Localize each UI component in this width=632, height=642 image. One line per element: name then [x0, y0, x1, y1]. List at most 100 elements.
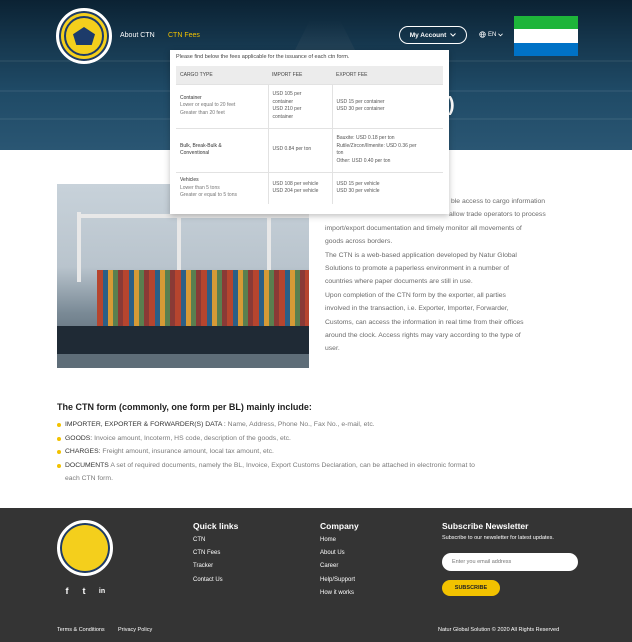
- footer-link-home[interactable]: Home: [320, 534, 355, 547]
- bullet-icon: [57, 463, 61, 468]
- export-fee-cell: USD 15 per vehicle USD 30 per vehicle: [332, 171, 443, 204]
- ctn-form-item: IMPORTER, EXPORTER & FORWARDER(S) DATA :…: [57, 418, 577, 432]
- fee-line: ton: [336, 150, 344, 156]
- subscribe-button[interactable]: SUBSCRIBE: [442, 580, 500, 596]
- fee-line: USD 30 per container: [336, 106, 385, 112]
- fee-row: Bulk, Break-Bulk & Conventional USD 0.84 p…: [176, 127, 443, 172]
- description-line: countries where paper documents are stil…: [325, 278, 473, 286]
- footer-link-how-it-works[interactable]: How it works: [320, 587, 355, 600]
- footer-link-about-us[interactable]: About Us: [320, 547, 355, 560]
- cargo-type-name: Vehicles: [180, 177, 199, 183]
- footer-link-tracker[interactable]: Tracker: [193, 560, 223, 573]
- export-fee-cell: Bauxite: USD 0.18 per ton Rutile/Zircon/I…: [332, 127, 443, 172]
- item-key: GOODS:: [65, 434, 93, 442]
- copyright-text: Natur Global Solution © 2020 All Rights …: [438, 627, 560, 633]
- item-key: IMPORTER, EXPORTER & FORWARDER(S) DATA :: [65, 421, 226, 428]
- site-logo[interactable]: [56, 8, 112, 64]
- cargo-type-cell: Vehicles Lower than 5 tons Greater or equa…: [176, 171, 269, 204]
- my-account-button[interactable]: My Account: [399, 26, 467, 44]
- description-line: Customs, can access the information in r…: [325, 318, 524, 326]
- footer-link-career[interactable]: Career: [320, 560, 355, 573]
- privacy-link[interactable]: Privacy Policy: [118, 627, 152, 633]
- fee-line: USD 105 per: [272, 91, 302, 97]
- crane-boom: [237, 214, 309, 218]
- fees-table-header: CARGO TYPE IMPORT FEE EXPORT FEE: [176, 66, 443, 84]
- item-key: DOCUMENTS: [65, 461, 109, 469]
- cargo-subtype: Greater than 20 feet: [180, 109, 225, 116]
- company-title: Company: [320, 521, 359, 531]
- fees-table: CARGO TYPE IMPORT FEE EXPORT FEE Contain…: [176, 66, 443, 204]
- description-line: Upon completion of the CTN form by the e…: [325, 291, 506, 299]
- col-import-fee: IMPORT FEE: [268, 66, 332, 84]
- description-line: import/export documentation and timely m…: [325, 224, 522, 232]
- ctn-fees-dropdown: Please find below the fees applicable fo…: [170, 50, 449, 214]
- footer-link-ctn-fees[interactable]: CTN Fees: [193, 547, 223, 560]
- crane-shape: [77, 212, 81, 282]
- footer-link-help-support[interactable]: Help/Support: [320, 574, 355, 587]
- fee-line: container: [272, 98, 294, 105]
- fee-line: USD 204 per vehicle: [272, 188, 319, 195]
- import-fee-cell: USD 105 per container USD 210 per container: [268, 83, 333, 128]
- chevron-down-icon: [450, 33, 457, 37]
- item-text: Name, Address, Phone No., Fax No., e-mai…: [225, 421, 375, 428]
- terms-link[interactable]: Terms & Conditions: [57, 627, 105, 633]
- linkedin-icon[interactable]: in: [96, 585, 108, 597]
- ctn-form-items: IMPORTER, EXPORTER & FORWARDER(S) DATA :…: [57, 418, 577, 486]
- item-text: Freight amount, insurance amount, local …: [100, 448, 274, 455]
- flag-stripe-middle: [514, 29, 578, 43]
- bullet-icon: [57, 450, 61, 454]
- fee-line: USD 15 per vehicle: [336, 180, 380, 187]
- bullet-icon: [57, 436, 61, 441]
- footer-link-ctn[interactable]: CTN: [193, 534, 223, 547]
- item-text: Invoice amount, Incoterm, HS code, descr…: [92, 434, 291, 442]
- description-line: goods across borders.: [325, 238, 393, 246]
- ctn-form-title: The CTN form (commonly, one form per BL)…: [57, 402, 312, 412]
- item-text: A set of required documents, namely the …: [108, 461, 475, 469]
- cargo-type-name: Bulk, Break-Bulk &: [180, 142, 222, 149]
- facebook-icon[interactable]: f: [61, 585, 73, 597]
- fee-line: USD 0.84 per ton: [272, 146, 312, 153]
- fee-line: Other: USD 0.40 per ton: [336, 157, 391, 164]
- my-account-label: My Account: [409, 31, 447, 39]
- container-stack: [97, 270, 309, 330]
- logo-ring: [64, 16, 104, 56]
- chevron-down-icon: [498, 32, 504, 36]
- country-flag-icon: [514, 16, 578, 56]
- hero-title-fragment: ): [448, 94, 455, 116]
- cargo-subtype: Lower or equal to 20 feet: [180, 102, 236, 109]
- cargo-type-name: Container: [180, 94, 202, 101]
- bullet-icon: [57, 423, 61, 427]
- language-selector[interactable]: EN: [479, 31, 504, 38]
- ctn-form-item: DOCUMENTS A set of required documents, n…: [57, 459, 577, 473]
- fee-line: USD 210 per: [272, 106, 302, 112]
- twitter-icon[interactable]: t: [78, 585, 90, 597]
- import-fee-cell: USD 108 per vehicle USD 204 per vehicle: [268, 171, 333, 204]
- newsletter-email-input[interactable]: [442, 553, 578, 571]
- fee-line: container: [272, 113, 294, 120]
- company-links-list: Home About Us Career Help/Support How it…: [320, 534, 355, 600]
- fee-line: USD 30 per vehicle: [336, 188, 380, 195]
- col-cargo-type: CARGO TYPE: [176, 66, 268, 84]
- flag-stripe-bottom: [514, 42, 578, 56]
- item-text: each CTN form.: [65, 475, 113, 482]
- nav-ctn-fees[interactable]: CTN Fees: [168, 32, 200, 39]
- col-export-fee: EXPORT FEE: [332, 66, 443, 84]
- fee-line: Rutile/Zircon/Ilmenite: USD 0.36 per: [336, 142, 417, 149]
- water: [57, 354, 309, 368]
- fee-row: Vehicles Lower than 5 tons Greater or equa…: [176, 171, 443, 204]
- newsletter-text: Subscribe to our newsletter for latest u…: [442, 535, 554, 541]
- language-code: EN: [488, 31, 497, 38]
- fee-line: USD 108 per vehicle: [272, 180, 319, 187]
- fee-row: Container Lower or equal to 20 feet Greate…: [176, 83, 443, 128]
- cargo-type-cell: Bulk, Break-Bulk & Conventional: [176, 127, 269, 172]
- nav-about-ctn[interactable]: About CTN: [120, 32, 155, 39]
- newsletter-title: Subscribe Newsletter: [442, 521, 529, 531]
- footer-link-contact-us[interactable]: Contact Us: [193, 574, 223, 587]
- description-line: Solutions to promote a paperless environ…: [325, 265, 509, 273]
- cargo-type-cell: Container Lower or equal to 20 feet Greate…: [176, 83, 269, 128]
- fee-line: Bauxite: USD 0.18 per ton: [336, 135, 395, 141]
- logo-emblem-icon: [73, 27, 95, 45]
- import-fee-cell: USD 0.84 per ton: [268, 127, 333, 172]
- footer-logo[interactable]: [57, 520, 113, 576]
- description-line: around the clock. Access rights may vary…: [325, 332, 521, 340]
